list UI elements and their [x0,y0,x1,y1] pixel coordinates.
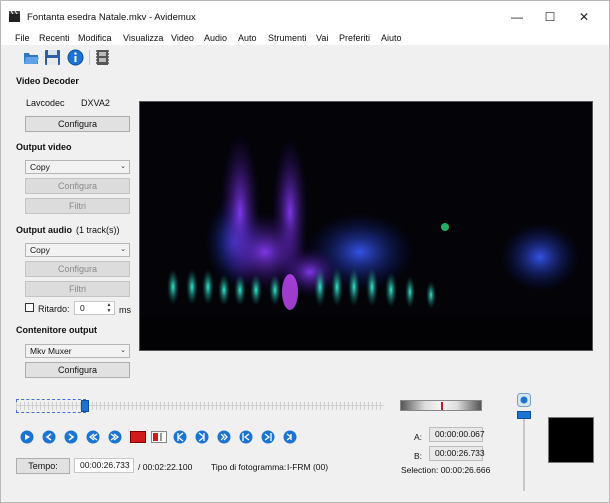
current-time-input[interactable]: 00:00:26.733 [74,458,134,473]
video-filters-button[interactable]: Filtri [25,198,130,214]
chevron-down-icon: ⌄ [120,246,126,253]
record-icon[interactable] [130,430,146,444]
volume-icon[interactable] [517,393,531,407]
audio-meter [548,417,594,463]
decoder-acceleration: DXVA2 [81,98,110,108]
maximize-button[interactable]: ☐ [533,1,567,32]
fountain-frame-image [140,102,592,350]
marker-b-label: B: [414,451,423,461]
timeline-ticks [16,402,384,410]
close-button[interactable]: ✕ [567,1,601,32]
audio-filters-button[interactable]: Filtri [25,281,130,297]
marker-a-value: 00:00:00.067 [435,429,485,439]
go-to-end-icon[interactable] [261,430,275,444]
frame-type-value: I-FRM (00) [287,462,329,472]
menu-aiuto[interactable]: Aiuto [381,33,402,43]
delay-checkbox[interactable] [25,303,34,312]
total-time: / 00:02:22.100 [138,462,193,472]
menu-strumenti[interactable]: Strumenti [268,33,307,43]
video-preview [139,101,593,351]
menu-file[interactable]: File [15,33,30,43]
marker-b-value: 00:00:26.733 [435,448,485,458]
chevron-down-icon: ⌄ [120,347,126,354]
minimize-icon: — [511,9,523,24]
marker-a-label: A: [414,432,423,442]
muxer-select[interactable]: Mkv Muxer ⌄ [25,344,130,358]
maximize-icon: ☐ [544,9,556,24]
open-folder-icon[interactable] [23,49,40,66]
film-properties-icon[interactable] [94,49,111,66]
menu-video[interactable]: Video [171,33,194,43]
audio-codec-select[interactable]: Copy ⌄ [25,243,130,257]
set-marker-b-icon[interactable] [173,430,187,444]
output-audio-heading: Output audio [16,225,72,235]
set-marker-a-icon[interactable] [151,430,167,444]
menu-auto[interactable]: Auto [238,33,257,43]
close-icon: ✕ [578,9,590,24]
audio-configure-button[interactable]: Configura [25,261,130,277]
time-button[interactable]: Tempo: [16,458,70,474]
next-black-frame-icon[interactable] [217,430,231,444]
jog-shuttle[interactable] [400,400,482,411]
next-keyframe-icon[interactable] [108,430,122,444]
video-codec-select[interactable]: Copy ⌄ [25,160,130,174]
previous-frame-icon[interactable] [42,430,56,444]
next-frame-icon[interactable] [64,430,78,444]
window-title: Fontanta esedra Natale.mkv - Avidemux [27,12,196,23]
clapperboard-icon [9,11,20,22]
title-bar: Fontanta esedra Natale.mkv - Avidemux — … [1,1,609,32]
minimize-button[interactable]: — [500,1,534,32]
selection-duration: Selection: 00:00:26.666 [401,465,491,475]
chevron-down-icon: ⌄ [120,163,126,170]
video-codec-value: Copy [30,162,50,172]
previous-black-frame-icon[interactable] [195,430,209,444]
menu-bar: File Recenti Modifica Visualizza Video A… [1,32,609,45]
marker-a-field[interactable]: 00:00:00.067 [429,427,485,442]
delay-spinner[interactable]: ▲ ▼ [104,302,114,314]
toolbar [1,46,609,69]
previous-keyframe-icon[interactable] [86,430,100,444]
info-icon[interactable] [67,49,84,66]
delay-label: Ritardo: [38,304,70,314]
end-segment-icon[interactable] [283,430,297,444]
toolbar-separator [89,50,90,65]
timeline-thumb[interactable] [81,400,90,412]
frame-type-label: Tipo di fotogramma: [211,462,287,472]
current-time-value: 00:00:26.733 [80,460,130,470]
menu-recenti[interactable]: Recenti [39,33,70,43]
muxer-configure-button[interactable]: Configura [25,362,130,378]
video-configure-button[interactable]: Configura [25,178,130,194]
decoder-name: Lavcodec [26,98,65,108]
audio-codec-value: Copy [30,245,50,255]
menu-preferiti[interactable]: Preferiti [339,33,370,43]
delay-unit: ms [119,305,131,315]
muxer-value: Mkv Muxer [30,346,72,356]
marker-b-field[interactable]: 00:00:26.733 [429,446,485,461]
menu-audio[interactable]: Audio [204,33,227,43]
save-disk-icon[interactable] [44,49,61,66]
menu-vai[interactable]: Vai [316,33,328,43]
menu-visualizza[interactable]: Visualizza [123,33,163,43]
menu-modifica[interactable]: Modifica [78,33,112,43]
jog-indicator [441,402,443,410]
decoder-configure-button[interactable]: Configura [25,116,130,132]
delay-value: 0 [80,303,85,313]
video-decoder-heading: Video Decoder [16,76,79,86]
play-icon[interactable] [20,430,34,444]
volume-slider-track[interactable] [523,419,525,491]
output-container-heading: Contenitore output [16,325,97,335]
output-video-heading: Output video [16,142,72,152]
app-window: Fontanta esedra Natale.mkv - Avidemux — … [0,0,610,503]
volume-slider-thumb[interactable] [517,411,531,419]
audio-track-count: (1 track(s)) [76,225,120,235]
go-to-start-icon[interactable] [239,430,253,444]
